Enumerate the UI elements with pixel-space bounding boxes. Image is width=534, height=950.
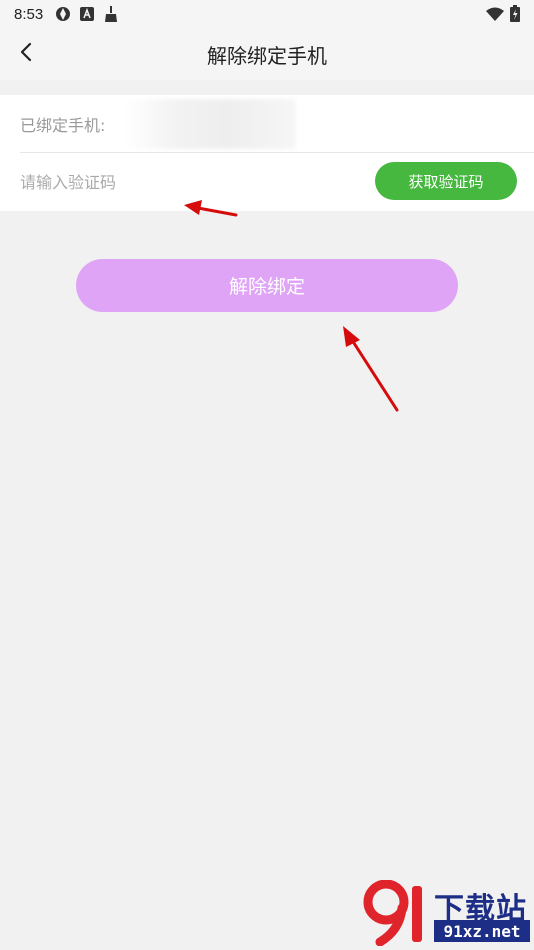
verify-code-row: 获取验证码	[0, 153, 534, 211]
get-code-button[interactable]: 获取验证码	[375, 162, 517, 200]
aperture-icon	[55, 6, 71, 22]
broom-icon	[103, 6, 119, 22]
status-time: 8:53	[14, 5, 44, 23]
wifi-icon	[486, 6, 504, 26]
a-square-icon	[79, 6, 95, 22]
unbind-button[interactable]: 解除绑定	[76, 259, 458, 312]
status-bar: 8:53	[0, 0, 534, 28]
nav-bar: 解除绑定手机	[0, 28, 534, 80]
chevron-left-icon	[19, 42, 33, 66]
battery-charging-icon	[510, 5, 520, 26]
verify-code-input[interactable]	[20, 165, 350, 199]
bound-phone-value-masked	[126, 99, 296, 149]
watermark-logo-icon	[363, 880, 422, 946]
unbind-form: 已绑定手机: 获取验证码	[0, 95, 534, 211]
status-right-icons	[486, 5, 520, 26]
bound-phone-row: 已绑定手机:	[0, 95, 534, 153]
bound-phone-label: 已绑定手机:	[20, 116, 106, 135]
watermark: 下载站 91xz.net	[362, 880, 532, 946]
page-title: 解除绑定手机	[207, 43, 327, 68]
watermark-site: 91xz.net	[434, 920, 530, 942]
annotation-arrow-button	[343, 326, 399, 412]
back-button[interactable]	[10, 38, 42, 70]
